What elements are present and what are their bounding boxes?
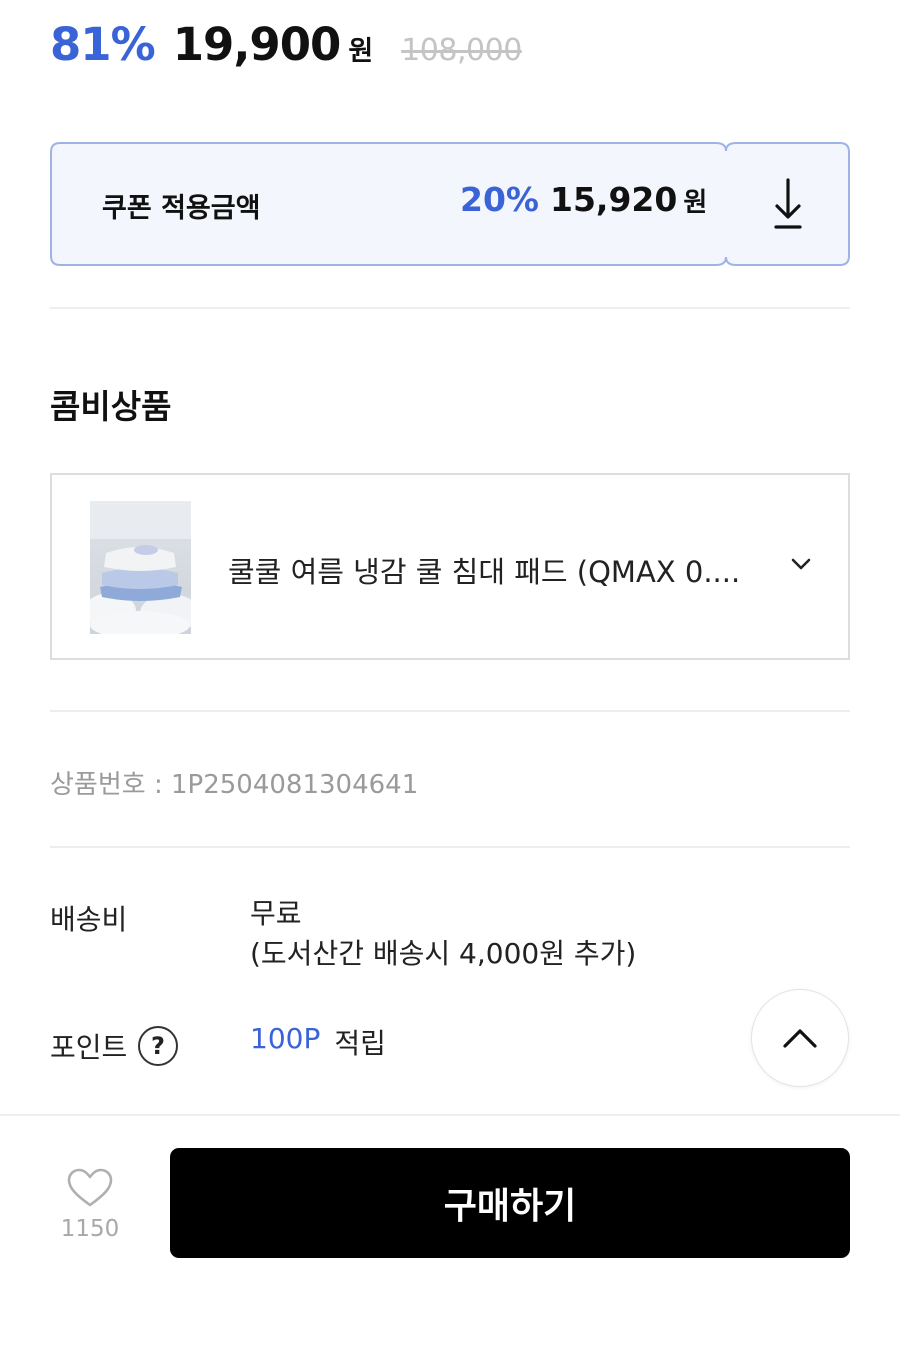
divider xyxy=(50,710,850,712)
heart-outline-icon xyxy=(67,1168,113,1207)
chevron-up-icon xyxy=(783,1029,817,1048)
price-row: 81% 19,900 원 108,000 xyxy=(50,18,522,82)
shipping-note: (도서산간 배송시 4,000원 추가) xyxy=(250,937,637,970)
divider xyxy=(50,307,850,309)
coupon-label: 쿠폰 적용금액 xyxy=(102,193,261,224)
buy-button[interactable]: 구매하기 xyxy=(170,1148,850,1258)
bottom-bar-divider xyxy=(0,1114,900,1116)
download-arrow-icon xyxy=(774,178,802,229)
coupon-currency: 원 xyxy=(683,188,708,218)
coupon-price-value: 15,920 xyxy=(550,180,678,219)
wish-count: 1150 xyxy=(60,1216,120,1242)
wishlist-button[interactable]: 1150 xyxy=(54,1166,126,1246)
points-value: 100P 적립 xyxy=(250,1022,386,1062)
coupon-price: 15,920 원 xyxy=(550,180,707,219)
points-amount: 100P xyxy=(250,1022,321,1055)
chevron-down-icon xyxy=(791,558,811,570)
shipping-label: 배송비 xyxy=(50,903,128,936)
shipping-fee: 무료 xyxy=(250,897,302,930)
combo-product-select[interactable]: 쿨쿨 여름 냉감 쿨 침대 패드 (QMAX 0.... xyxy=(50,473,850,660)
points-suffix: 적립 xyxy=(334,1027,386,1060)
coupon-rate: 20% xyxy=(460,180,539,219)
divider xyxy=(50,846,850,848)
coupon-box: 쿠폰 적용금액 20% 15,920 원 xyxy=(50,142,850,266)
currency-unit: 원 xyxy=(348,36,374,67)
scroll-top-button[interactable] xyxy=(751,989,849,1087)
combo-section-title: 콤비상품 xyxy=(50,387,172,426)
sale-price: 19,900 xyxy=(172,18,342,71)
coupon-download-button[interactable] xyxy=(726,142,850,266)
combo-product-name: 쿨쿨 여름 냉감 쿨 침대 패드 (QMAX 0.... xyxy=(228,555,741,589)
points-label: 포인트 xyxy=(50,1031,128,1064)
product-number: 상품번호 : 1P2504081304641 xyxy=(50,770,419,800)
original-price: 108,000 xyxy=(401,33,522,68)
discount-rate: 81% xyxy=(50,18,156,71)
help-icon[interactable]: ? xyxy=(138,1026,178,1066)
product-thumbnail xyxy=(90,501,191,634)
shipping-value: 무료 (도서산간 배송시 4,000원 추가) xyxy=(250,894,636,974)
